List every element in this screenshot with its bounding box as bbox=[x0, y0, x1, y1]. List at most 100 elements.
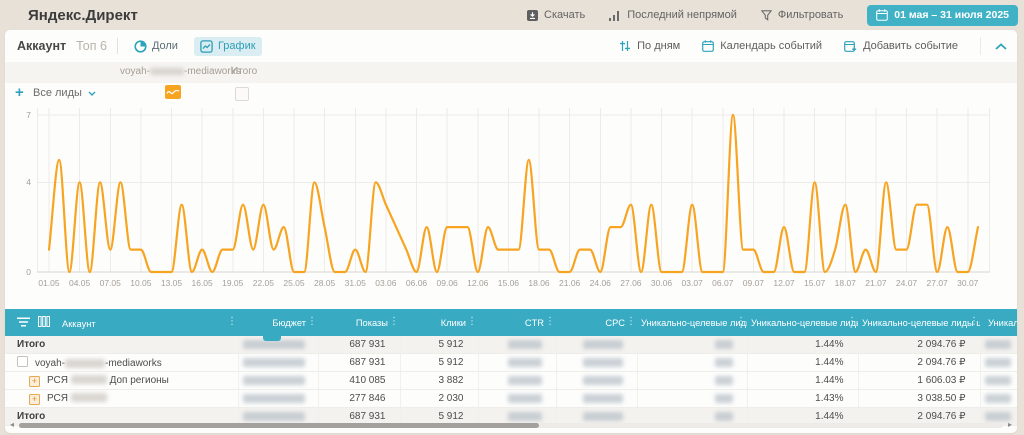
scroll-right-icon[interactable]: ▸ bbox=[1008, 420, 1012, 429]
column-header-shows[interactable]: Показы bbox=[318, 309, 400, 336]
redacted-text bbox=[65, 359, 105, 368]
redacted-value bbox=[243, 358, 305, 367]
redacted-value bbox=[243, 340, 305, 349]
granularity-label: По дням bbox=[637, 40, 680, 52]
column-header-utl-price[interactable]: Уникально-целевые лиды цена bbox=[858, 309, 980, 336]
table-row[interactable]: voyah--mediaworks 687 931 5 912 1.44% 2 … bbox=[5, 354, 1017, 372]
redacted-value bbox=[508, 340, 542, 349]
row-checkbox[interactable] bbox=[17, 356, 28, 367]
redacted-value bbox=[985, 376, 1011, 385]
redacted-value bbox=[583, 412, 623, 421]
redacted-value bbox=[583, 394, 623, 403]
add-metric-icon[interactable]: + bbox=[15, 84, 24, 101]
column-header-cpc[interactable]: CPC bbox=[556, 309, 637, 336]
redacted-value bbox=[243, 394, 305, 403]
redacted-value bbox=[583, 340, 623, 349]
date-range-button[interactable]: 01 мая – 31 июля 2025 bbox=[867, 5, 1018, 26]
scroll-left-icon[interactable]: ◂ bbox=[10, 420, 14, 429]
page-title: Яндекс.Директ bbox=[28, 7, 138, 24]
divider bbox=[117, 38, 118, 54]
y-axis-label: 4 bbox=[7, 177, 31, 187]
add-event-button[interactable]: Добавить событие bbox=[844, 40, 958, 52]
chevron-down-icon bbox=[88, 91, 96, 96]
column-header-clicks[interactable]: Клики bbox=[400, 309, 478, 336]
column-header-ctr[interactable]: CTR bbox=[478, 309, 556, 336]
series-line bbox=[49, 115, 978, 272]
table-header-row: Аккаунт Бюджет Показы Клики CTR CPC Уник… bbox=[5, 309, 1017, 336]
redacted-value bbox=[715, 376, 733, 385]
redacted-value bbox=[715, 358, 733, 367]
redacted-value bbox=[985, 394, 1011, 403]
report-panel: Аккаунт Топ 6 Доли График bbox=[5, 30, 1017, 433]
panel-toolbar: Аккаунт Топ 6 Доли График bbox=[5, 30, 1017, 62]
chart-icon bbox=[200, 40, 213, 53]
view-chart-button[interactable]: График bbox=[194, 37, 262, 56]
row-label: voyah--mediaworks bbox=[5, 354, 238, 372]
column-header-utl[interactable]: Уникально-целевые лиды bbox=[637, 309, 747, 336]
download-icon bbox=[527, 10, 538, 21]
redacted-value bbox=[243, 412, 305, 421]
entity-title: Аккаунт bbox=[17, 39, 66, 53]
filter-rows-icon[interactable] bbox=[17, 317, 30, 327]
redacted-value bbox=[985, 412, 1011, 421]
column-header-account[interactable]: Аккаунт bbox=[5, 309, 238, 336]
calendar-icon bbox=[876, 9, 888, 21]
redacted-value bbox=[508, 394, 542, 403]
line-chart: 047 01.0504.0507.0510.0513.0516.0519.052… bbox=[5, 106, 1017, 302]
column-header-budget[interactable]: Бюджет bbox=[238, 309, 318, 336]
table-row[interactable]: +РСЯ Доп регионы 410 085 3 882 1.44% 1 6… bbox=[5, 372, 1017, 390]
redacted-value bbox=[508, 376, 542, 385]
y-axis-label: 7 bbox=[7, 110, 31, 120]
redacted-value bbox=[583, 376, 623, 385]
row-label: Итого bbox=[5, 336, 238, 354]
stats-table: Аккаунт Бюджет Показы Клики CTR CPC Уник… bbox=[5, 309, 1017, 426]
redacted-value bbox=[583, 358, 623, 367]
table-row[interactable]: +РСЯ 277 846 2 030 1.43% 3 038.50 ₽ bbox=[5, 390, 1017, 408]
events-calendar-label: Календарь событий bbox=[720, 40, 822, 52]
granularity-icon bbox=[619, 40, 631, 52]
horizontal-scrollbar[interactable] bbox=[19, 423, 1003, 428]
legend-band: voyah--mediaworks Итого bbox=[5, 62, 1017, 83]
redacted-value bbox=[243, 376, 305, 385]
row-label: +РСЯ bbox=[5, 390, 238, 408]
scrollbar-thumb[interactable] bbox=[19, 423, 539, 428]
granularity-button[interactable]: По дням bbox=[619, 40, 680, 52]
redacted-value bbox=[715, 394, 733, 403]
chevron-up-icon bbox=[995, 43, 1007, 50]
expand-icon[interactable]: + bbox=[29, 394, 40, 405]
download-button[interactable]: Скачать bbox=[527, 9, 585, 21]
columns-icon[interactable] bbox=[38, 316, 50, 327]
attribution-model-label: Последний непрямой bbox=[627, 9, 737, 21]
column-header-clipped[interactable]: Уникал bbox=[980, 309, 1017, 336]
redacted-value bbox=[985, 358, 1011, 367]
view-shares-button[interactable]: Доли bbox=[128, 37, 184, 56]
chart-canvas[interactable] bbox=[37, 108, 990, 278]
redacted-value bbox=[715, 412, 733, 421]
topbar: Яндекс.Директ Скачать Последний непрямой… bbox=[0, 0, 1024, 30]
add-event-icon bbox=[844, 40, 857, 52]
redacted-value bbox=[985, 340, 1011, 349]
redacted-text bbox=[71, 375, 107, 384]
column-header-utl-pct[interactable]: Уникально-целевые лиды % bbox=[747, 309, 858, 336]
sorted-column-indicator bbox=[263, 336, 281, 341]
filter-button[interactable]: Фильтровать bbox=[761, 9, 843, 21]
table-row[interactable]: Итого 687 931 5 912 1.44% 2 094.76 ₽ bbox=[5, 336, 1017, 354]
date-range-label: 01 мая – 31 июля 2025 bbox=[894, 9, 1009, 21]
legend-column-total: Итого bbox=[231, 66, 257, 77]
filter-label: Фильтровать bbox=[778, 9, 843, 21]
metric-select[interactable]: Все лиды bbox=[33, 87, 96, 99]
series-toggle-total[interactable] bbox=[235, 87, 249, 101]
redacted-value bbox=[508, 358, 542, 367]
series-toggle-account[interactable] bbox=[165, 85, 181, 104]
download-label: Скачать bbox=[544, 9, 585, 21]
calendar-events-icon bbox=[702, 40, 714, 52]
attribution-model-button[interactable]: Последний непрямой bbox=[609, 9, 737, 21]
legend-row: + Все лиды bbox=[5, 83, 1017, 105]
expand-icon[interactable]: + bbox=[29, 376, 40, 387]
x-axis-label: 30.07 bbox=[948, 278, 988, 288]
y-axis-label: 0 bbox=[7, 267, 31, 277]
topbar-actions: Скачать Последний непрямой Фильтровать 0… bbox=[527, 4, 1018, 26]
events-calendar-button[interactable]: Календарь событий bbox=[702, 40, 822, 52]
collapse-panel-button[interactable] bbox=[980, 37, 1007, 55]
redacted-text bbox=[71, 393, 107, 402]
